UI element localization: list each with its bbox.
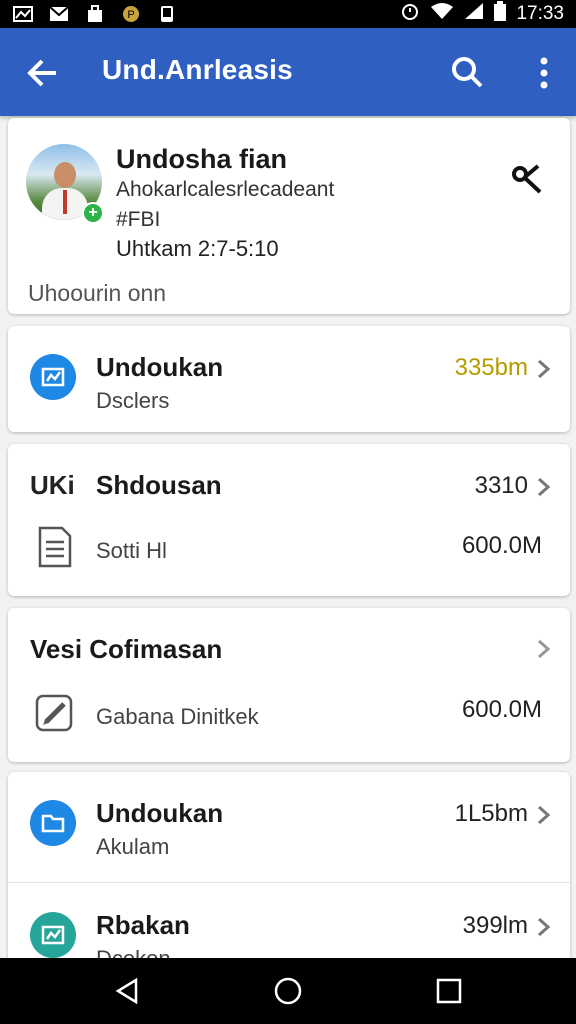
notification-icons: P [12,5,178,23]
document-icon [36,526,74,568]
chart-icon [12,5,34,23]
back-nav-icon[interactable] [112,976,142,1006]
phone-icon [156,5,178,23]
system-icons: 17:33 [400,1,564,27]
edit-icon [34,692,76,734]
navigation-bar [0,958,576,1024]
home-nav-icon[interactable] [273,976,303,1006]
status-bar: P 17:33 [0,0,576,28]
item-sub-value: 600.0M [461,532,542,559]
recents-nav-icon[interactable] [434,976,464,1006]
bag-icon [84,5,106,23]
online-badge-icon: + [82,202,104,224]
list-group: Undoukan Akulam 1L5bm Rbakan Dcokon 399l… [8,772,570,972]
chart-icon [30,354,76,400]
item-subtitle: Gabana Dinitkek [96,704,259,729]
svg-text:P: P [127,9,134,21]
chevron-right-icon [536,916,552,938]
chart-icon [30,912,76,958]
more-options-icon[interactable] [532,55,556,91]
chevron-right-icon [536,638,552,660]
chevron-right-icon [536,804,552,826]
list-item[interactable]: Vesi Cofimasan Gabana Dinitkek 600.0M [8,608,570,762]
folder-icon [30,800,76,846]
item-subtitle: Dsclers [96,388,170,413]
clock-text: 17:33 [516,3,564,24]
item-title: Vesi Cofimasan [30,634,223,664]
profile-card[interactable]: + Undosha fian Ahokarlcalesrlecadeant #F… [8,118,570,314]
chevron-right-icon [536,476,552,498]
item-title: Undoukan [96,352,224,382]
app-bar: Und.Anrleasis [0,28,576,116]
list-item[interactable]: Undoukan Dsclers 335bm [8,326,570,432]
signal-icon [464,2,484,26]
profile-time: Uhtkam 2:7-5:10 [116,236,279,261]
profile-id: #FBI [116,208,161,231]
profile-footer: Uhoourin onn [28,280,167,306]
search-icon[interactable] [450,55,484,89]
item-value: 1L5bm [454,800,528,827]
item-value: 3310 [474,472,528,499]
alarm-icon [400,1,420,27]
share-icon[interactable] [510,162,544,196]
item-subtitle: Sotti Hl [96,538,167,563]
profile-subtitle: Ahokarlcalesrlecadeant [116,178,335,201]
list-item[interactable]: UKi Shdousan 3310 Sotti Hl 600.0M [8,444,570,596]
item-sub-value: 600.0M [461,696,542,723]
item-prefix: UKi [30,470,75,500]
mail-icon [48,5,70,23]
item-subtitle: Akulam [96,834,170,859]
item-title: Shdousan [96,470,222,500]
item-value: 399lm [462,912,528,939]
item-value: 335bm [454,354,528,381]
item-title: Undoukan [96,798,224,828]
divider [8,882,570,883]
item-title: Rbakan [96,910,190,940]
profile-name: Undosha fian [116,144,288,174]
page-title: Und.Anrleasis [102,54,293,85]
chevron-right-icon [536,358,552,380]
wifi-icon [430,2,454,26]
battery-icon [494,1,507,27]
coin-icon: P [120,5,142,23]
back-arrow-icon[interactable] [26,56,60,90]
